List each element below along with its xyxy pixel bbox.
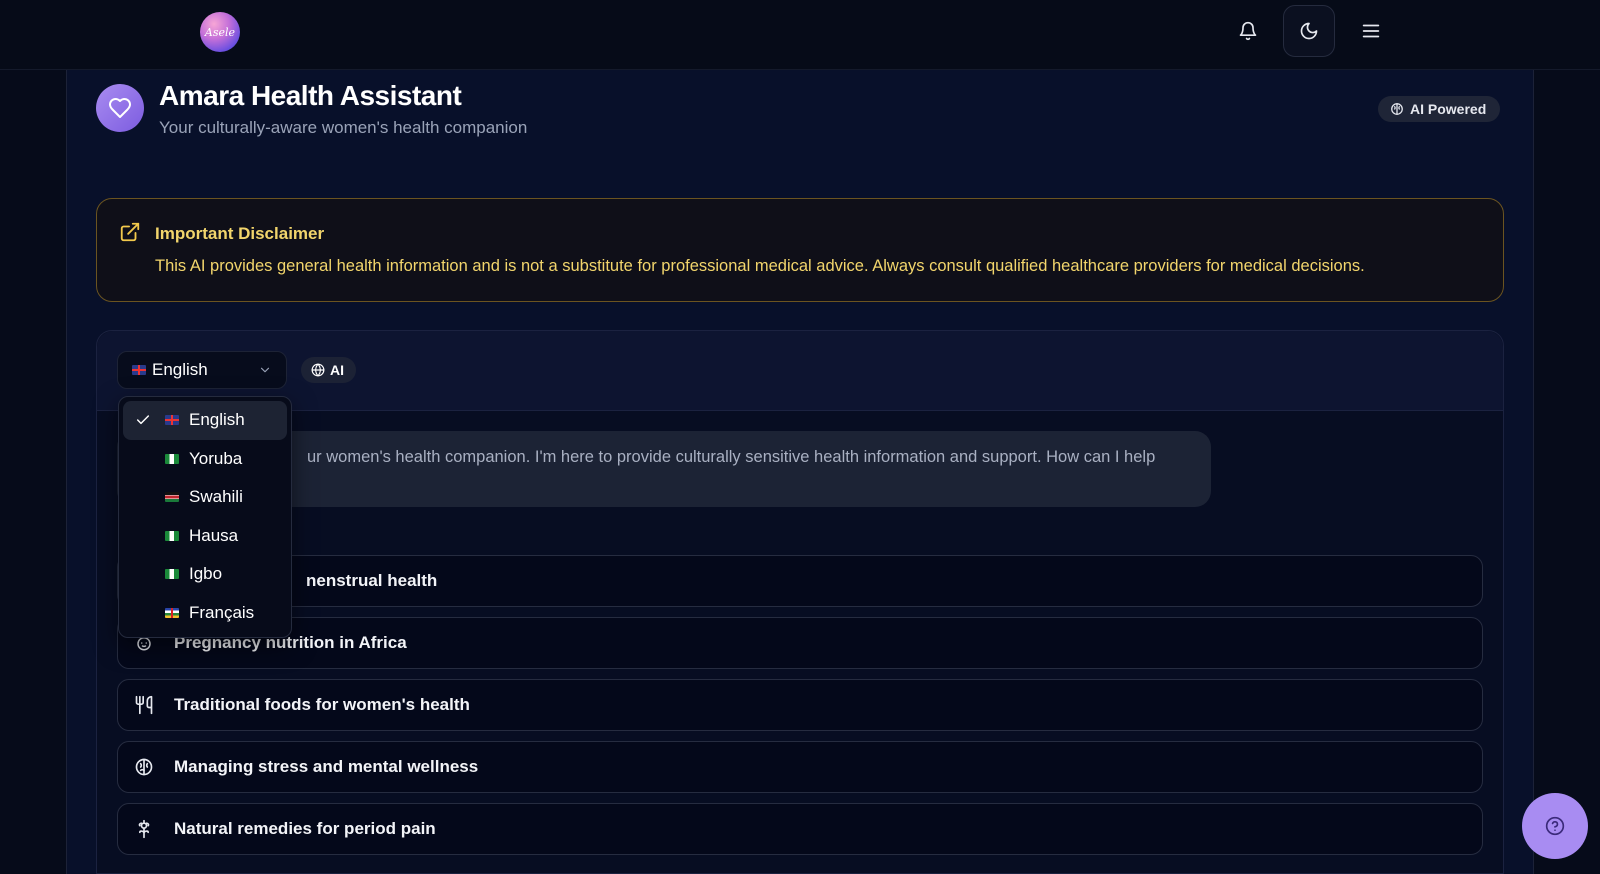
ai-chip-label: AI [330, 362, 344, 378]
chat-header: English AI [97, 331, 1503, 411]
globe-icon [311, 363, 325, 377]
language-option-label: Swahili [189, 487, 243, 507]
language-select-value: English [152, 360, 208, 379]
assistant-avatar [96, 84, 144, 132]
heart-icon [109, 98, 131, 118]
suggestion-menstrual-health[interactable]: nenstrual health [117, 555, 1483, 607]
suggestion-label: Traditional foods for women's health [174, 695, 470, 714]
menu-button[interactable] [1345, 5, 1397, 57]
page-subtitle: Your culturally-aware women's health com… [159, 118, 528, 137]
menu-icon [1362, 24, 1380, 38]
disclaimer-text: This AI provides general health informat… [155, 257, 1365, 275]
moon-icon [1300, 22, 1318, 40]
kenya-flag-icon [165, 492, 179, 503]
utensils-icon [134, 695, 154, 715]
chevron-down-icon [260, 367, 270, 373]
uk-flag-icon [132, 365, 146, 375]
ai-powered-badge: AI Powered [1378, 96, 1501, 122]
language-option-swahili[interactable]: Swahili [123, 478, 287, 517]
language-option-yoruba[interactable]: Yoruba [123, 440, 287, 479]
disclaimer-title: Important Disclaimer [155, 224, 325, 243]
nigeria-flag-icon [165, 569, 179, 580]
check-icon [135, 412, 153, 428]
app-logo[interactable]: Asele [200, 12, 240, 52]
central-african-flag-icon [165, 607, 179, 618]
language-dropdown: English Yoruba Swahili Hausa Igbo França… [118, 396, 292, 638]
notifications-button[interactable] [1222, 5, 1274, 57]
chat-card: English AI ur women's health companion. … [96, 330, 1504, 874]
nigeria-flag-icon [165, 453, 179, 464]
theme-toggle-button[interactable] [1283, 5, 1335, 57]
external-link-icon [120, 222, 140, 242]
language-option-igbo[interactable]: Igbo [123, 555, 287, 594]
page-title: Amara Health Assistant [159, 80, 462, 111]
suggestion-label: Managing stress and mental wellness [174, 757, 479, 776]
suggestion-label: Natural remedies for period pain [174, 819, 436, 838]
nigeria-flag-icon [165, 530, 179, 541]
assistant-message-text: ur women's health companion. I'm here to… [307, 448, 1156, 466]
bell-icon [1239, 21, 1257, 41]
language-option-english[interactable]: English [123, 401, 287, 440]
brain-icon [1391, 103, 1403, 115]
language-option-label: Igbo [189, 564, 223, 584]
language-select[interactable]: English [117, 351, 287, 389]
logo-text: Asele [204, 25, 236, 39]
suggestion-stress-wellness[interactable]: Managing stress and mental wellness [117, 741, 1483, 793]
language-option-label: Hausa [189, 525, 239, 545]
ai-chip: AI [301, 357, 356, 383]
suggestion-pregnancy-nutrition[interactable]: Pregnancy nutrition in Africa [117, 617, 1483, 669]
flower-icon [134, 819, 154, 839]
help-button[interactable] [1522, 793, 1588, 859]
disclaimer-card: Important Disclaimer This AI provides ge… [96, 198, 1504, 302]
help-circle-icon [1545, 816, 1565, 836]
language-option-label: Français [189, 602, 255, 622]
ai-powered-label: AI Powered [1410, 101, 1487, 117]
uk-flag-icon [165, 415, 179, 426]
language-option-hausa[interactable]: Hausa [123, 517, 287, 556]
language-option-francais[interactable]: Français [123, 594, 287, 633]
language-option-label: Yoruba [189, 448, 243, 468]
suggestion-traditional-foods[interactable]: Traditional foods for women's health [117, 679, 1483, 731]
brain-icon [134, 757, 154, 777]
top-bar: Asele [0, 0, 1600, 70]
language-option-label: English [189, 410, 245, 430]
suggestion-period-pain[interactable]: Natural remedies for period pain [117, 803, 1483, 855]
